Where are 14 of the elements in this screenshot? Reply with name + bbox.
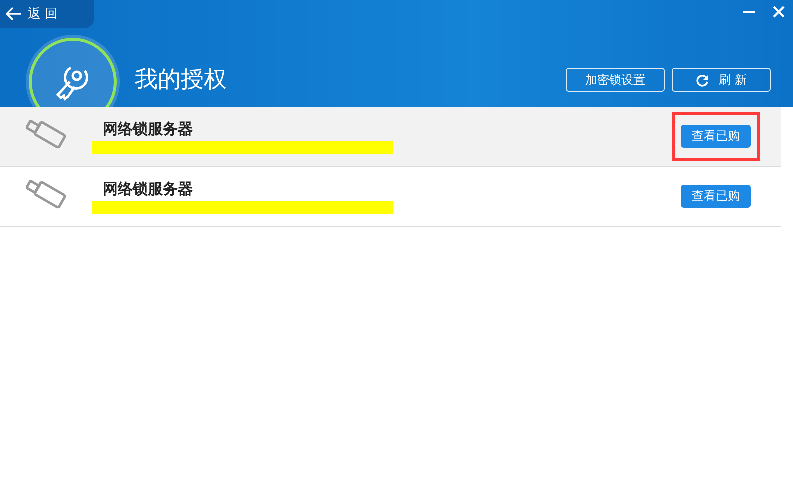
server-name: 网络锁服务器 — [103, 180, 194, 198]
refresh-icon — [696, 74, 710, 86]
close-icon — [773, 6, 785, 18]
back-button[interactable]: 返 回 — [0, 0, 94, 28]
settings-button[interactable]: 加密锁设置 — [566, 68, 665, 92]
close-button[interactable] — [771, 4, 787, 20]
back-arrow-icon — [6, 7, 22, 21]
minimize-icon — [743, 10, 755, 14]
view-purchased-button[interactable]: 查看已购 — [681, 125, 751, 148]
page-title: 我的授权 — [135, 66, 228, 94]
refresh-button[interactable]: 刷 新 — [672, 68, 771, 92]
server-name: 网络锁服务器 — [103, 120, 194, 138]
view-purchased-button[interactable]: 查看已购 — [681, 185, 751, 208]
server-row[interactable]: 网络锁服务器 查看已购 — [0, 107, 781, 167]
